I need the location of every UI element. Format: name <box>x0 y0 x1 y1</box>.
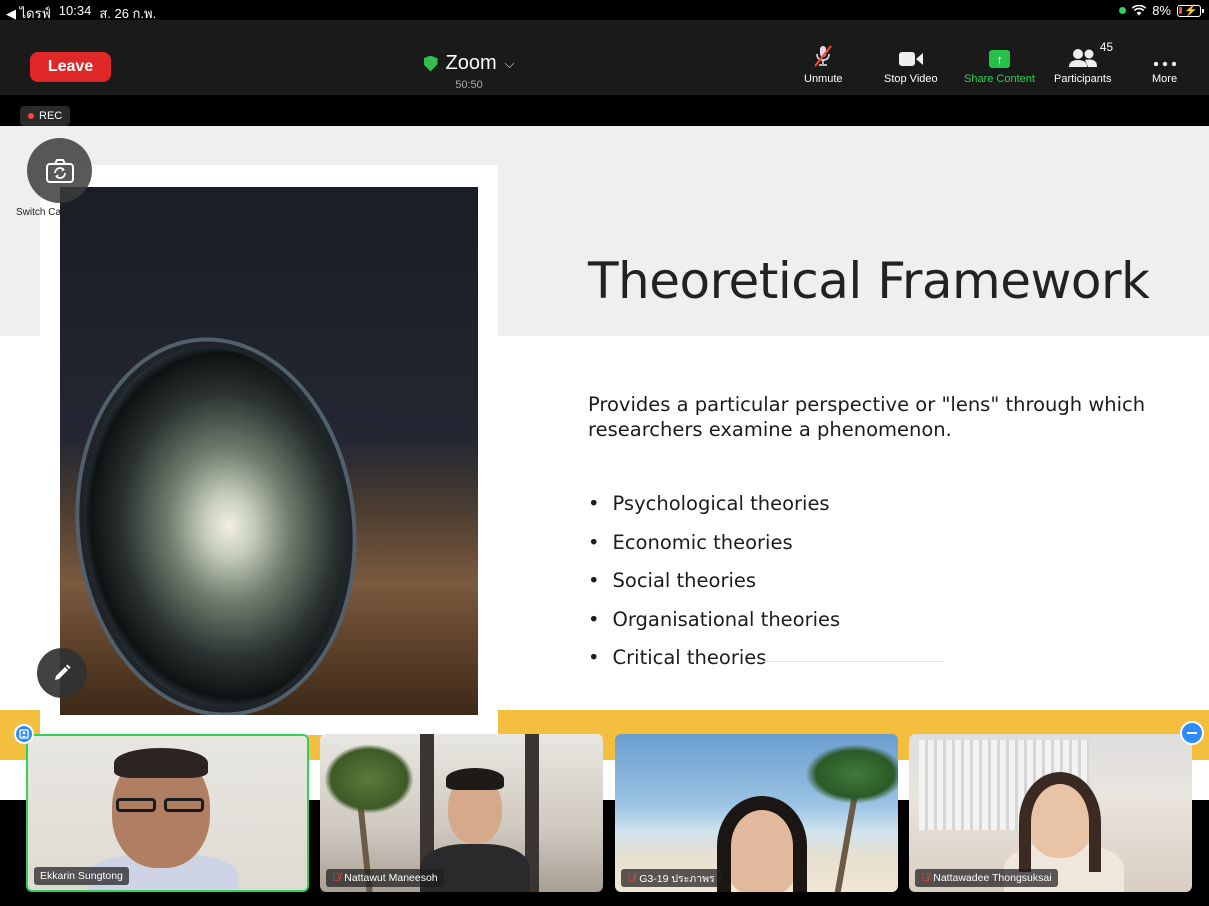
participant-hair <box>446 768 504 790</box>
plant-leaves <box>324 744 414 814</box>
battery-percent: 8% <box>1152 3 1171 18</box>
share-content-button[interactable]: ↑ Share Content <box>964 46 1035 85</box>
status-bar: ◀ ไดรฟ์ 10:34 ส. 26 ก.พ. 8% ⚡ <box>0 0 1209 21</box>
participant-name-tag: 🎙̸ G3-19 ประภาพร <box>621 869 721 887</box>
people-icon: 45 <box>1068 40 1113 68</box>
unmute-label: Unmute <box>804 73 843 85</box>
ellipsis-icon <box>1153 46 1177 68</box>
more-label: More <box>1152 73 1178 85</box>
switch-camera-label: Switch Camera <box>16 207 84 218</box>
mic-off-icon: 🎙̸ <box>921 872 930 884</box>
meeting-title-area[interactable]: Zoom ⌵ <box>0 52 938 77</box>
participant-name: Ekkarin Sungtong <box>40 870 123 882</box>
list-item: Economic theories <box>588 531 840 570</box>
participants-label: Participants <box>1054 73 1112 85</box>
slide-underline-decoration <box>762 661 944 662</box>
theory-list: Psychological theories Economic theories… <box>588 492 841 685</box>
list-item: Organisational theories <box>588 608 841 647</box>
status-right: 8% ⚡ <box>1119 3 1204 18</box>
shared-slide: Theoretical Framework Provides a particu… <box>0 126 1209 800</box>
unmute-button[interactable]: Unmute <box>804 45 843 85</box>
participant-tile[interactable]: 🎙̸ G3-19 ประภาพร <box>615 734 898 892</box>
participant-tile[interactable]: Ekkarin Sungtong <box>26 734 309 892</box>
meeting-title: Zoom <box>445 52 497 74</box>
participant-name-tag: 🎙̸ Nattawut Maneesoh <box>326 869 444 887</box>
camera-lens-photo <box>60 187 478 715</box>
lens-shape <box>67 334 365 715</box>
list-item: Critical theories <box>588 646 840 685</box>
slide-title: Theoretical Framework <box>588 252 1150 310</box>
palm-leaves <box>805 744 898 804</box>
recording-label: REC <box>39 110 63 122</box>
participant-name: Nattawadee Thongsuksai <box>933 872 1052 884</box>
pin-video-icon[interactable] <box>14 724 34 744</box>
more-button[interactable]: More <box>1152 46 1177 85</box>
glasses-icon <box>116 798 156 812</box>
mic-off-icon <box>812 45 834 68</box>
slide-description: Provides a particular perspective or "le… <box>588 393 1146 441</box>
share-up-arrow-icon: ↑ <box>988 50 1010 68</box>
meeting-toolbar: Leave Zoom ⌵ 50:50 Unmute Stop Video ↑ S… <box>0 20 1209 95</box>
security-shield-icon <box>423 55 438 72</box>
recording-badge: REC <box>20 106 71 126</box>
stop-video-label: Stop Video <box>884 73 938 85</box>
wifi-icon <box>1132 5 1147 16</box>
list-item: Psychological theories <box>588 492 840 531</box>
participant-hair <box>1019 772 1101 872</box>
mic-off-icon: 🎙̸ <box>627 872 636 884</box>
participants-count: 45 <box>1099 40 1114 54</box>
battery-icon: ⚡ <box>1177 4 1204 17</box>
participant-tile[interactable]: 🎙̸ Nattawadee Thongsuksai <box>909 734 1192 892</box>
annotate-button[interactable] <box>37 648 87 698</box>
minimize-videos-button[interactable] <box>1180 721 1204 745</box>
mic-off-icon: 🎙̸ <box>332 872 341 884</box>
meeting-timer: 50:50 <box>455 79 483 91</box>
camera-in-use-indicator-icon <box>1119 7 1127 14</box>
participant-name: Nattawut Maneesoh <box>344 872 438 884</box>
participants-button[interactable]: 45 Participants <box>1054 40 1113 85</box>
record-dot-icon <box>28 113 34 119</box>
participant-hair <box>114 748 208 778</box>
participant-name-tag: Ekkarin Sungtong <box>34 867 129 885</box>
participant-tile[interactable]: 🎙̸ Nattawut Maneesoh <box>320 734 603 892</box>
participant-hair <box>717 796 807 892</box>
glasses-icon <box>164 798 204 812</box>
share-content-label: Share Content <box>964 73 1035 85</box>
participant-name-tag: 🎙̸ Nattawadee Thongsuksai <box>915 869 1058 887</box>
camera-rotate-icon <box>45 158 74 183</box>
participant-name: G3-19 ประภาพร <box>639 872 715 885</box>
video-camera-icon <box>898 46 924 68</box>
chevron-down-icon: ⌵ <box>504 55 515 71</box>
stop-video-button[interactable]: Stop Video <box>884 46 938 85</box>
list-item: Social theories <box>588 569 840 608</box>
switch-camera-button[interactable] <box>27 138 92 203</box>
pencil-icon <box>55 664 71 680</box>
